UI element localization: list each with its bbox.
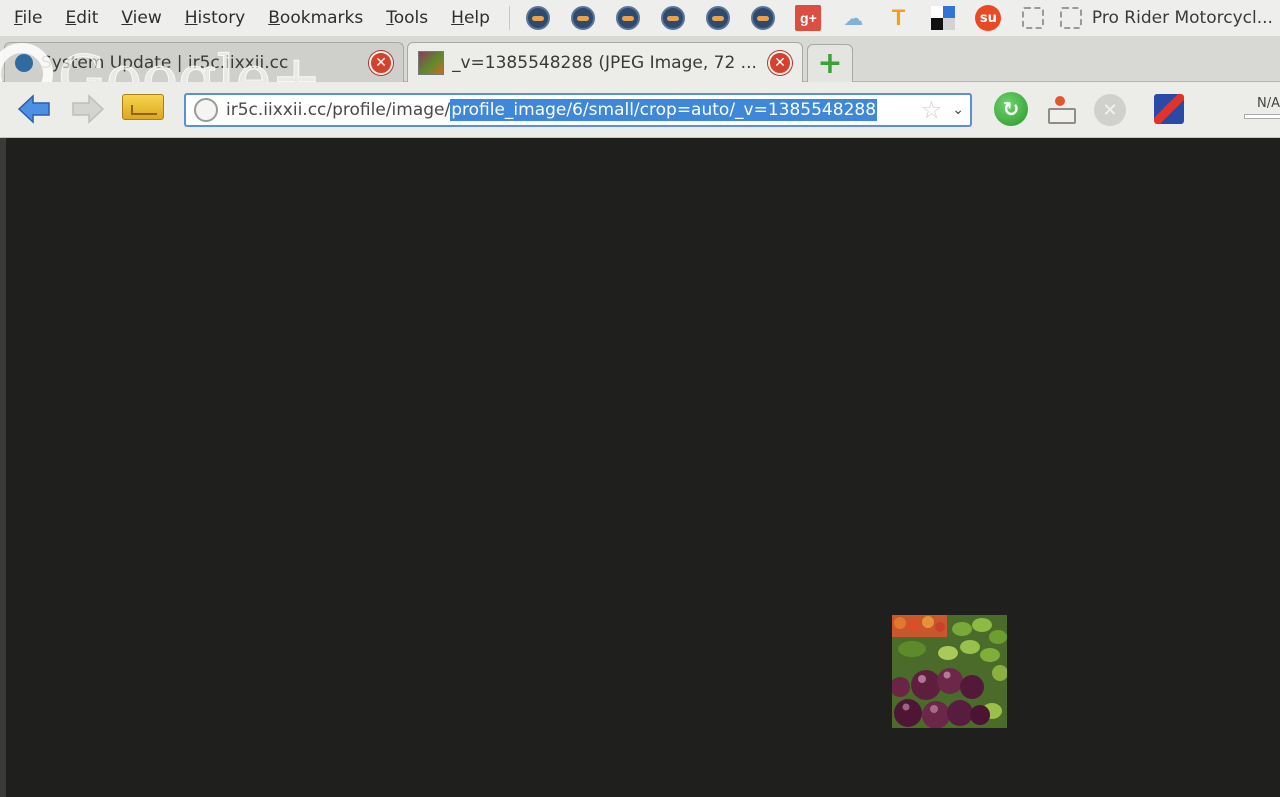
menu-help[interactable]: Help [437,0,499,36]
dashed-box-shape [1022,7,1045,29]
menu-file[interactable]: File [0,0,51,36]
delicious-icon[interactable] [930,5,957,32]
addon-circle-icon[interactable] [705,5,732,32]
tab-title: System Update | ir5c.iixxii.cc [41,52,289,73]
menu-separator [508,6,510,30]
navigation-bar: ir5c.iixxii.cc/profile/image/ profile_im… [0,82,1280,138]
url-dropdown-icon[interactable]: ⌄ [952,102,964,118]
new-tab-button[interactable]: + [807,44,853,82]
image-favicon-icon [418,50,444,75]
stumbleupon-icon[interactable]: su [975,5,1002,32]
tab-jpeg-image[interactable]: _v=1385548288 (JPEG Image, 72 ... ✕ [407,42,803,82]
back-arrow-icon [17,94,50,124]
addon-circle-shape [706,6,731,30]
browser-window: File Edit View History Bookmarks Tools H… [0,0,1280,797]
addon-circle-icon[interactable] [615,5,642,32]
cloud-glyph: ☁ [843,6,864,30]
url-prefix: ir5c.iixxii.cc/profile/image/ [226,100,451,120]
addon-circle-shape [751,6,776,30]
google-plus-label: g+ [795,5,822,31]
window-left-edge [0,138,6,797]
addon-circle-icon[interactable] [750,5,777,32]
home-icon[interactable] [1046,94,1076,124]
stop-button[interactable]: ✕ [1094,94,1126,126]
page-content [0,138,1280,797]
menu-history[interactable]: History [171,0,255,36]
addon-circle-icon[interactable] [525,5,552,32]
menu-bookmarks[interactable]: Bookmarks [254,0,372,36]
back-button[interactable] [16,92,52,126]
menu-edit[interactable]: Edit [51,0,107,36]
system-update-favicon-icon [15,53,33,72]
zoom-slider[interactable] [1244,114,1280,119]
addon-circle-shape [616,6,641,30]
bookmark-label: Pro Rider Motorcycl... [1091,8,1273,28]
delicious-grid [931,6,956,30]
bookmark-favicon-icon [1059,7,1082,29]
menu-bar: File Edit View History Bookmarks Tools H… [0,0,1280,36]
forward-button[interactable] [70,92,106,126]
tab-title: _v=1385548288 (JPEG Image, 72 ... [452,52,757,73]
addon-toolbar-icon[interactable] [1154,94,1184,124]
addon-circle-icon[interactable] [570,5,597,32]
reload-icon: ↻ [1002,97,1020,121]
t-label: T [891,5,906,30]
stumbleupon-label: su [975,5,1002,31]
bookmark-star-icon[interactable]: ☆ [921,96,943,124]
close-tab-icon[interactable]: ✕ [369,50,393,75]
menu-tools[interactable]: Tools [372,0,437,36]
displayed-jpeg-image [892,615,1007,728]
menu-view[interactable]: View [107,0,170,36]
bookmarks-toolbar-icon[interactable] [122,94,164,120]
tab-bar: System Update | ir5c.iixxii.cc ✕ _v=1385… [0,36,1280,82]
addon-circle-shape [661,6,686,30]
zoom-label: N/A [1257,96,1280,111]
stop-icon: ✕ [1102,99,1118,121]
tab-system-update[interactable]: System Update | ir5c.iixxii.cc ✕ [4,42,404,82]
addon-circle-shape [526,6,551,30]
site-identity-icon[interactable] [194,98,218,122]
addon-circle-shape [571,6,596,30]
url-bar[interactable]: ir5c.iixxii.cc/profile/image/ profile_im… [184,93,972,127]
t-icon[interactable]: T [885,5,912,32]
dashed-box-icon[interactable] [1020,5,1047,32]
close-tab-icon[interactable]: ✕ [768,50,792,75]
bookmark-pro-rider[interactable]: Pro Rider Motorcycl... [1059,7,1273,29]
google-plus-icon[interactable]: g+ [795,5,822,32]
cloud-icon[interactable]: ☁ [840,5,867,32]
addon-circle-icon[interactable] [660,5,687,32]
forward-arrow-icon [72,94,105,124]
zoom-control[interactable]: N/A [1240,94,1280,124]
reload-button[interactable]: ↻ [994,92,1028,126]
url-selected-text: profile_image/6/small/crop=auto/_v=13855… [450,99,878,121]
